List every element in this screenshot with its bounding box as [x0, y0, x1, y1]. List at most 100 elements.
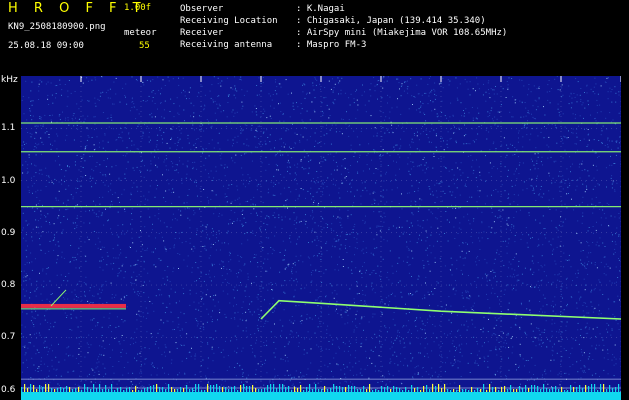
noise-dot [164, 246, 166, 248]
noise-dot [236, 362, 238, 364]
noise-dot [405, 81, 407, 83]
noise-dot [609, 140, 610, 142]
noise-dot [90, 344, 92, 346]
noise-dot [349, 246, 351, 247]
noise-dot [272, 382, 274, 384]
noise-dot [201, 85, 203, 87]
noise-dot [577, 329, 579, 331]
noise-dot [40, 235, 42, 237]
noise-dot [394, 324, 396, 326]
noise-dot [512, 259, 514, 260]
noise-dot [395, 174, 397, 176]
noise-dot [596, 221, 597, 223]
noise-dot [476, 341, 478, 342]
noise-dot [508, 334, 510, 336]
noise-dot [298, 194, 300, 196]
noise-dot [455, 290, 457, 292]
noise-dot [330, 228, 332, 230]
noise-dot [192, 124, 194, 126]
noise-dot [371, 289, 373, 291]
noise-dot [310, 348, 312, 350]
noise-dot [165, 201, 167, 202]
noise-dot [513, 284, 515, 286]
noise-dot [561, 84, 563, 86]
noise-dot [196, 229, 198, 231]
noise-dot [118, 177, 120, 179]
noise-dot [577, 322, 579, 324]
noise-dot [234, 136, 236, 138]
noise-dot [371, 159, 372, 161]
noise-dot [146, 125, 148, 127]
noise-dot [403, 260, 404, 262]
noise-dot [180, 132, 182, 134]
noise-dot [522, 162, 524, 164]
noise-dot [350, 148, 352, 150]
noise-dot [291, 269, 293, 271]
noise-dot [384, 203, 386, 205]
noise-dot [418, 139, 420, 141]
noise-dot [151, 100, 153, 102]
noise-dot [323, 156, 325, 158]
noise-dot [57, 241, 59, 243]
noise-dot [469, 372, 471, 373]
noise-dot [168, 296, 170, 298]
noise-dot [482, 277, 483, 279]
noise-dot [378, 335, 380, 337]
noise-dot [138, 113, 140, 115]
noise-dot [38, 86, 40, 88]
noise-dot [123, 189, 125, 191]
noise-dot [430, 91, 432, 93]
noise-dot [311, 280, 313, 282]
noise-dot [103, 160, 105, 161]
noise-dot [566, 207, 568, 209]
noise-dot [592, 328, 594, 330]
noise-dot [304, 304, 306, 306]
noise-dot [450, 137, 452, 139]
noise-dot [448, 84, 450, 86]
noise-dot [551, 182, 553, 184]
noise-dot [470, 307, 472, 309]
noise-dot [593, 177, 595, 179]
noise-dot [163, 161, 165, 163]
noise-dot [401, 208, 403, 210]
noise-dot [436, 196, 438, 198]
noise-dot [467, 326, 469, 328]
noise-dot [340, 93, 342, 95]
noise-dot [344, 311, 346, 313]
noise-dot [44, 315, 46, 317]
noise-dot [535, 200, 537, 201]
noise-dot [210, 243, 212, 245]
noise-dot [339, 221, 341, 223]
noise-dot [221, 275, 223, 277]
noise-dot [487, 355, 489, 357]
noise-dot [354, 254, 355, 256]
noise-dot [587, 273, 589, 275]
noise-dot [83, 121, 85, 123]
noise-dot [211, 139, 213, 141]
noise-dot [377, 203, 379, 205]
noise-dot [462, 297, 464, 299]
noise-dot [464, 78, 466, 80]
noise-dot [207, 200, 209, 202]
noise-dot [593, 308, 595, 310]
noise-dot [300, 322, 302, 324]
noise-dot [304, 84, 306, 86]
noise-dot [206, 224, 208, 226]
noise-dot [432, 213, 434, 215]
noise-dot [48, 104, 50, 105]
noise-dot [230, 259, 232, 261]
noise-dot [159, 294, 160, 296]
noise-dot [40, 118, 42, 120]
noise-dot [336, 169, 338, 171]
noise-dot [294, 320, 296, 322]
noise-dot [398, 370, 400, 372]
noise-dot [148, 131, 150, 133]
noise-dot [65, 293, 67, 295]
noise-dot [595, 229, 597, 231]
noise-dot [143, 386, 145, 388]
noise-dot [32, 192, 33, 194]
noise-dot [618, 329, 620, 330]
noise-dot [135, 384, 137, 386]
noise-dot [27, 164, 29, 166]
noise-dot [420, 101, 421, 103]
